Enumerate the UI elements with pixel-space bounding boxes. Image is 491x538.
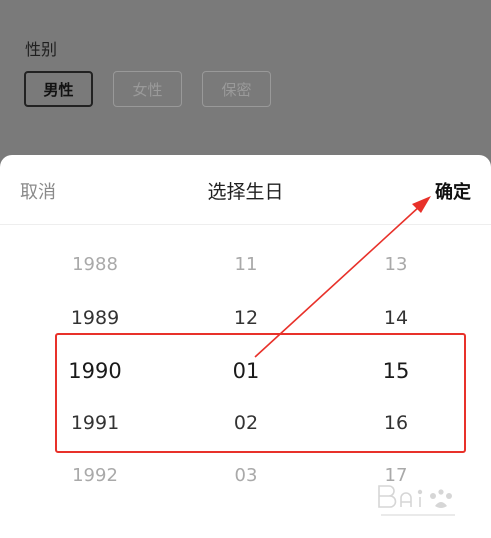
day-option[interactable]: 16 — [336, 408, 456, 438]
month-option[interactable]: 02 — [186, 408, 306, 438]
month-option[interactable]: 03 — [186, 461, 306, 491]
year-option[interactable]: 1992 — [35, 461, 155, 491]
gender-option-male[interactable]: 男性 — [24, 71, 93, 107]
day-option[interactable]: 17 — [336, 461, 456, 491]
month-wheel[interactable]: 11 12 01 02 03 — [186, 155, 306, 538]
birthday-picker-sheet: 取消 选择生日 确定 1988 1989 1990 1991 1992 11 1… — [0, 155, 491, 538]
year-option[interactable]: 1991 — [35, 408, 155, 438]
month-option[interactable]: 12 — [186, 303, 306, 333]
gender-section: 性别 男性 女性 保密 — [0, 0, 491, 160]
month-option-selected[interactable]: 01 — [186, 356, 306, 386]
year-option[interactable]: 1988 — [35, 250, 155, 280]
year-wheel[interactable]: 1988 1989 1990 1991 1992 — [35, 155, 155, 538]
year-option[interactable]: 1989 — [35, 303, 155, 333]
year-option-selected[interactable]: 1990 — [35, 356, 155, 386]
gender-option-female[interactable]: 女性 — [113, 71, 182, 107]
day-option[interactable]: 14 — [336, 303, 456, 333]
day-option[interactable]: 13 — [336, 250, 456, 280]
gender-label: 性别 — [25, 40, 58, 59]
day-option-selected[interactable]: 15 — [336, 356, 456, 386]
gender-option-private[interactable]: 保密 — [202, 71, 271, 107]
month-option[interactable]: 11 — [186, 250, 306, 280]
day-wheel[interactable]: 13 14 15 16 17 — [336, 155, 456, 538]
